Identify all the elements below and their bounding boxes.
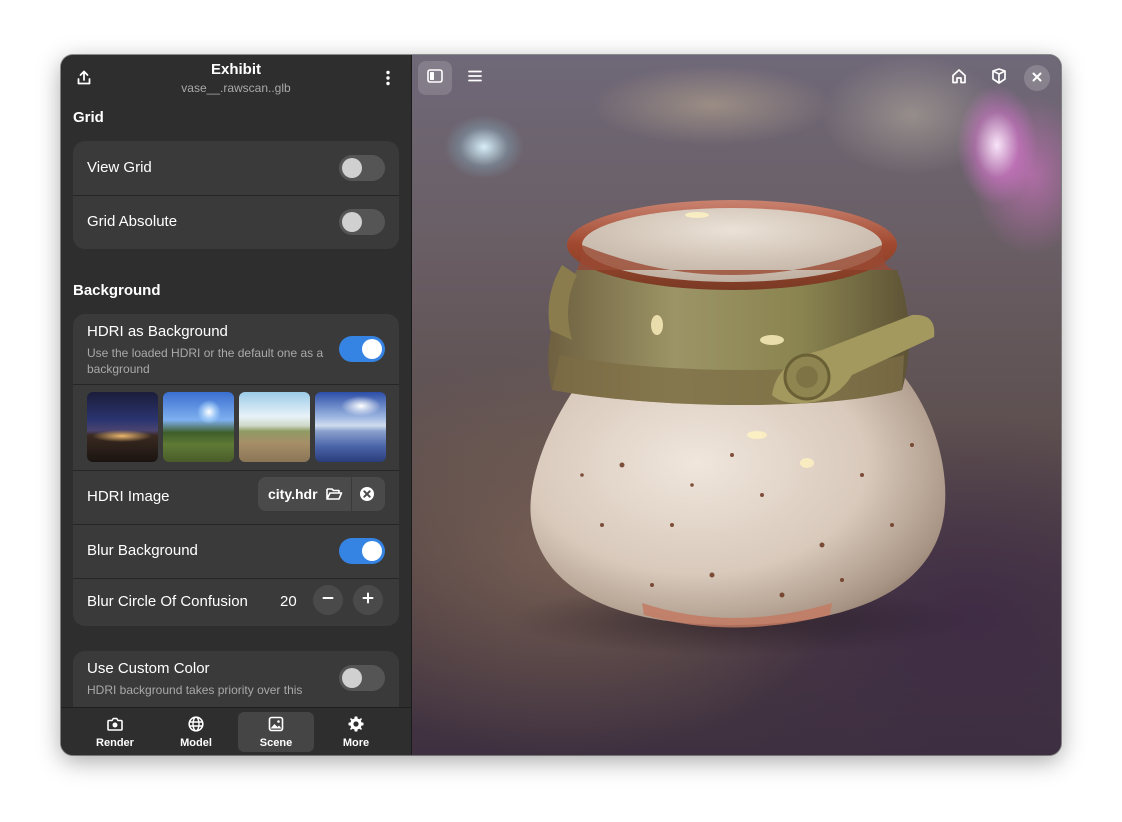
view-grid-label: View Grid [87, 159, 152, 176]
hdri-thumbnail-night-city[interactable] [87, 392, 158, 462]
hamburger-menu-button[interactable] [458, 61, 492, 95]
clear-icon [360, 487, 374, 501]
folder-open-icon[interactable] [325, 485, 343, 508]
hdri-thumbnail-green-park[interactable] [163, 392, 234, 462]
switch-knob [342, 158, 362, 178]
blur-coc-decrement-button[interactable] [313, 585, 343, 615]
gear-icon [318, 715, 394, 733]
app-window: Exhibit vase__.rawscan..glb Grid View Gr… [61, 55, 1061, 755]
hamburger-menu-icon [466, 67, 484, 90]
close-icon [1032, 69, 1042, 87]
hdri-thumbnail-sky-reflection[interactable] [315, 392, 386, 462]
view-switcher-bar: Render Model Scene More [61, 707, 411, 755]
custom-color-row[interactable]: Use Custom Color HDRI background takes p… [73, 651, 399, 707]
sidebar-scroll-area[interactable]: Grid View Grid Grid Absolute Background … [61, 101, 411, 707]
blur-coc-value[interactable]: 20 [280, 593, 297, 610]
sidebar: Exhibit vase__.rawscan..glb Grid View Gr… [61, 55, 412, 755]
hdri-thumbnail-dirt-road[interactable] [239, 392, 310, 462]
blur-background-label: Blur Background [87, 542, 198, 559]
custom-color-description: HDRI background takes priority over this [87, 683, 303, 697]
tab-render-label: Render [96, 737, 134, 749]
tab-more[interactable]: More [318, 712, 394, 752]
view-grid-row[interactable]: View Grid [73, 141, 399, 196]
minus-icon [322, 591, 334, 609]
hdri-background-row[interactable]: HDRI as Background Use the loaded HDRI o… [73, 314, 399, 385]
hdri-file-name[interactable]: city.hdr [268, 486, 318, 502]
hdri-image-row: HDRI Image city.hdr [73, 470, 399, 525]
button-separator [351, 477, 352, 511]
custom-color-card: Use Custom Color HDRI background takes p… [73, 651, 399, 707]
main-menu-button[interactable] [371, 61, 405, 95]
grid-absolute-row[interactable]: Grid Absolute [73, 195, 399, 249]
hdri-background-description: Use the loaded HDRI or the default one a… [87, 346, 324, 376]
reset-view-button[interactable] [942, 61, 976, 95]
file-subtitle: vase__.rawscan..glb [181, 81, 291, 95]
clear-hdri-button[interactable] [359, 486, 375, 507]
hdri-file-button-group: city.hdr [258, 477, 385, 511]
globe-icon [158, 715, 234, 733]
blur-background-row[interactable]: Blur Background [73, 524, 399, 579]
hdri-thumbnail-row [73, 384, 399, 471]
vase-model-render [508, 200, 968, 655]
app-title: Exhibit [210, 61, 261, 78]
tab-more-label: More [342, 737, 370, 749]
grid-card: View Grid Grid Absolute [73, 141, 399, 249]
background-card: HDRI as Background Use the loaded HDRI o… [73, 314, 399, 626]
switch-knob [342, 212, 362, 232]
switch-knob [362, 339, 382, 359]
close-window-button[interactable] [1024, 65, 1050, 91]
sidebar-toggle-icon [426, 67, 444, 90]
3d-viewport[interactable] [412, 55, 1061, 755]
switch-knob [362, 541, 382, 561]
view-grid-switch[interactable] [339, 155, 385, 181]
switch-knob [342, 668, 362, 688]
custom-color-label: Use Custom Color [87, 660, 210, 677]
cube-icon [990, 67, 1008, 90]
hdri-image-label: HDRI Image [87, 488, 170, 505]
tab-scene[interactable]: Scene [238, 712, 314, 752]
background-section-title: Background [73, 282, 161, 299]
grid-section-title: Grid [73, 109, 104, 126]
tab-model-label: Model [180, 737, 212, 749]
toggle-sidebar-button[interactable] [418, 61, 452, 95]
camera-icon [77, 715, 153, 733]
blur-background-switch[interactable] [339, 538, 385, 564]
image-icon [238, 715, 314, 733]
hdri-background-label: HDRI as Background [87, 323, 228, 340]
view-3d-button[interactable] [982, 61, 1016, 95]
tab-model[interactable]: Model [158, 712, 234, 752]
home-icon [950, 67, 968, 90]
tab-render[interactable]: Render [77, 712, 153, 752]
plus-icon [362, 591, 374, 609]
blur-coc-row: Blur Circle Of Confusion 20 [73, 578, 399, 626]
grid-absolute-switch[interactable] [339, 209, 385, 235]
custom-color-switch[interactable] [339, 665, 385, 691]
hdri-background-switch[interactable] [339, 336, 385, 362]
blur-coc-label: Blur Circle Of Confusion [87, 593, 248, 610]
grid-absolute-label: Grid Absolute [87, 213, 178, 230]
kebab-menu-icon [380, 70, 396, 86]
tab-scene-label: Scene [259, 737, 293, 749]
blur-coc-increment-button[interactable] [353, 585, 383, 615]
sidebar-header: Exhibit vase__.rawscan..glb [61, 55, 411, 101]
